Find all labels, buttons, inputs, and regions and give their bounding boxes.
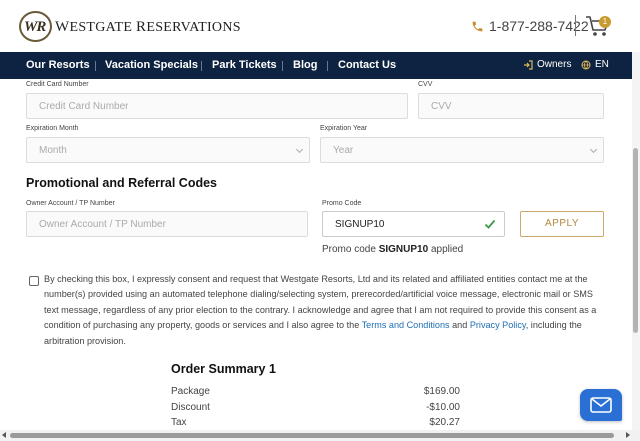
phone-icon — [472, 21, 483, 31]
summary-row-label: Tax — [171, 417, 187, 428]
nav-separator — [282, 61, 283, 71]
promo-code-label: Promo Code — [322, 200, 362, 207]
expiration-year-select[interactable]: Year — [320, 137, 604, 163]
nav-blog[interactable]: Blog — [293, 59, 317, 71]
apply-promo-button[interactable]: APPLY — [520, 211, 604, 237]
summary-row-label: Package — [171, 386, 210, 397]
expiration-month-select[interactable]: Month — [26, 137, 310, 163]
consent-checkbox[interactable] — [29, 276, 39, 286]
phone-link[interactable]: 1-877-288-7422 — [471, 16, 589, 36]
privacy-policy-link[interactable]: Privacy Policy — [470, 320, 526, 330]
cvv-input[interactable]: CVV — [418, 93, 604, 119]
header-divider — [575, 15, 576, 36]
brand-name[interactable]: WESTGATE RESERVATIONS — [55, 19, 241, 36]
checkmark-icon — [484, 219, 496, 229]
vertical-scrollbar-thumb[interactable] — [633, 148, 638, 333]
promo-section-title: Promotional and Referral Codes — [26, 176, 218, 190]
card-number-label: Credit Card Number — [26, 81, 89, 88]
chevron-down-icon — [295, 145, 304, 154]
card-number-input[interactable]: Credit Card Number — [26, 93, 408, 119]
nav-separator — [327, 61, 328, 71]
language-selector[interactable]: EN — [581, 59, 609, 70]
logo-icon[interactable]: WR — [19, 11, 52, 42]
expiration-month-label: Expiration Month — [26, 125, 79, 132]
summary-row-label: Discount — [171, 402, 210, 413]
owners-link[interactable]: Owners — [523, 59, 571, 70]
cvv-label: CVV — [418, 81, 433, 88]
scroll-right-icon[interactable] — [626, 432, 630, 438]
cart-count-badge: 1 — [599, 16, 611, 28]
terms-link[interactable]: Terms and Conditions — [362, 320, 450, 330]
summary-row-value: -$10.00 — [426, 402, 460, 413]
nav-separator — [95, 61, 96, 71]
promo-code-input[interactable]: SIGNUP10 — [322, 211, 505, 237]
envelope-icon — [590, 397, 612, 413]
promo-applied-message: Promo code SIGNUP10 applied — [322, 244, 464, 255]
owner-account-label: Owner Account / TP Number — [26, 200, 115, 207]
phone-number: 1-877-288-7422 — [489, 18, 589, 34]
nav-contact-us[interactable]: Contact Us — [338, 59, 396, 71]
nav-separator — [201, 61, 202, 71]
chat-button[interactable] — [580, 389, 622, 421]
owner-account-input[interactable]: Owner Account / TP Number — [26, 211, 308, 237]
horizontal-scrollbar-thumb[interactable] — [10, 433, 614, 438]
login-icon — [524, 59, 533, 70]
globe-icon — [581, 60, 591, 69]
nav-our-resorts[interactable]: Our Resorts — [26, 59, 90, 71]
nav-vacation-specials[interactable]: Vacation Specials — [105, 59, 198, 71]
scroll-left-icon[interactable] — [2, 432, 6, 438]
summary-row-value: $169.00 — [423, 386, 460, 397]
main-nav: Our Resorts Vacation Specials Park Ticke… — [0, 52, 632, 79]
summary-row-value: $20.27 — [429, 417, 460, 428]
nav-park-tickets[interactable]: Park Tickets — [212, 59, 277, 71]
order-summary-title: Order Summary 1 — [171, 362, 276, 376]
expiration-year-label: Expiration Year — [320, 125, 368, 132]
consent-text: By checking this box, I expressly consen… — [44, 274, 597, 346]
chevron-down-icon — [589, 145, 598, 154]
site-header: WR WESTGATE RESERVATIONS 1-877-288-7422 … — [0, 0, 632, 52]
